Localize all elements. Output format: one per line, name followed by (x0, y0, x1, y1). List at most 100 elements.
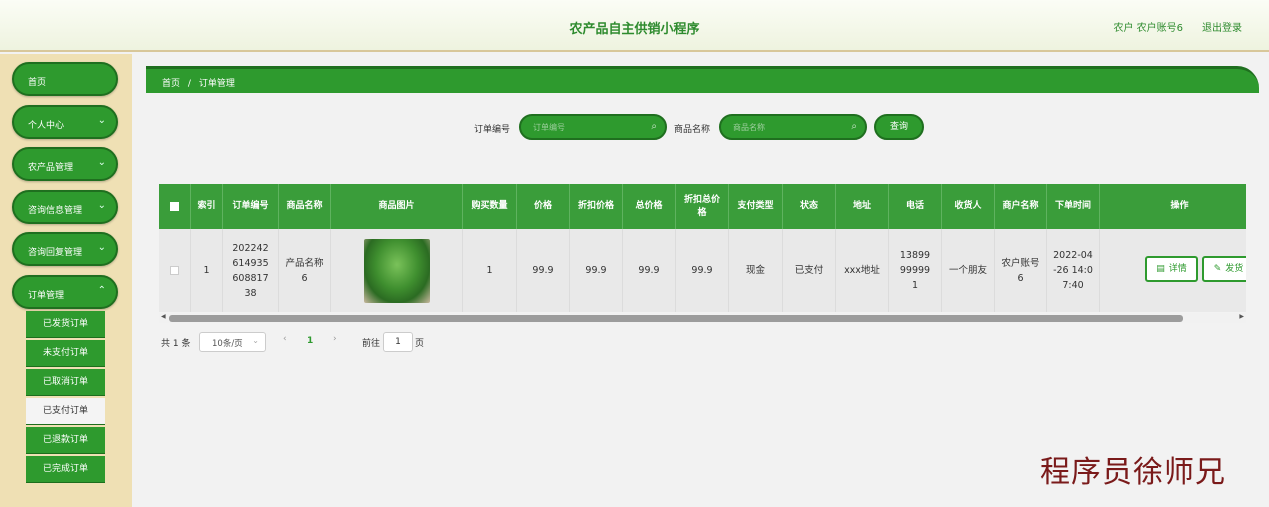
ship-button-label: 发货 (1225, 263, 1244, 274)
order-no-label: 订单编号 (474, 125, 511, 135)
sub-item-refunded-orders[interactable]: 已退款订单 (26, 427, 105, 454)
chevron-up-icon: ⌃ (97, 285, 106, 296)
current-user: 农户 农户账号6 (1113, 23, 1183, 34)
document-icon: ▤ (1156, 263, 1165, 274)
sidebar-item-label: 个人中心 (28, 121, 65, 131)
product-thumbnail[interactable] (363, 238, 430, 303)
cell-price: 99.9 (517, 229, 570, 312)
cell-address: xxx地址 (836, 229, 889, 312)
app-header: 农产品自主供销小程序 农户 农户账号6 退出登录 (0, 0, 1269, 52)
col-index: 索引 (191, 184, 223, 229)
col-actions: 操作 (1170, 201, 1189, 211)
sidebar-item-consult-info[interactable]: 咨询信息管理 ⌄ (12, 190, 118, 224)
col-phone: 电话 (889, 184, 942, 229)
cell-receiver: 一个朋友 (942, 229, 995, 312)
order-no-placeholder: 订单编号 (533, 123, 565, 132)
row-select-cell (159, 229, 191, 312)
select-all-checkbox[interactable] (170, 202, 179, 211)
detail-button[interactable]: ▤ 详情 (1145, 256, 1198, 282)
table-row: 1 20224261493560881738 产品名称6 1 99.9 99.9… (159, 229, 1246, 312)
row-checkbox[interactable] (170, 266, 179, 275)
cell-quantity: 1 (463, 229, 517, 312)
search-icon: ⌕ (651, 121, 657, 132)
sidebar-item-home[interactable]: 首页 (12, 62, 118, 96)
watermark-text: 程序员徐师兄 (1040, 455, 1226, 490)
cell-order-time: 2022-04-26 14:07:40 (1047, 229, 1100, 312)
sidebar-item-product-management[interactable]: 农产品管理 ⌄ (12, 147, 118, 181)
page-unit-label: 页 (415, 339, 425, 349)
col-order-time: 下单时间 (1047, 184, 1100, 229)
table-horizontal-scrollbar[interactable]: ◀ ▶ (159, 313, 1246, 323)
prev-page-icon[interactable]: ‹ (283, 334, 287, 354)
table-header: 索引 订单编号 商品名称 商品图片 购买数量 价格 折扣价格 总价格 折扣总价格… (159, 184, 1246, 229)
col-product-name: 商品名称 (279, 184, 331, 229)
detail-button-label: 详情 (1168, 263, 1187, 274)
sidebar-item-personal-center[interactable]: 个人中心 ⌄ (12, 105, 118, 139)
cell-actions: ▤ 详情 ✎ 发货 (1100, 229, 1246, 312)
col-order-no: 订单编号 (223, 184, 279, 229)
cell-total-price: 99.9 (623, 229, 676, 312)
product-name-input[interactable]: 商品名称 ⌕ (719, 114, 867, 140)
sub-item-paid-orders[interactable]: 已支付订单 (26, 398, 105, 425)
sub-item-cancelled-orders[interactable]: 已取消订单 (26, 369, 105, 396)
scroll-left-arrow-icon[interactable]: ◀ (161, 313, 166, 320)
chevron-down-icon: ⌄ (252, 336, 259, 345)
cell-pay-type: 现金 (729, 229, 783, 312)
sidebar-item-label: 首页 (28, 78, 47, 88)
col-merchant: 商户名称 (995, 184, 1047, 229)
col-status: 状态 (783, 184, 836, 229)
goto-page-input[interactable]: 1 (383, 332, 413, 352)
logout-link[interactable]: 退出登录 (1202, 19, 1242, 34)
sidebar-item-label: 咨询回复管理 (28, 248, 83, 258)
cell-discount-price: 99.9 (570, 229, 623, 312)
cell-product-image (331, 229, 463, 312)
col-address: 地址 (836, 184, 889, 229)
product-name-placeholder: 商品名称 (733, 123, 765, 132)
sub-item-shipped-orders[interactable]: 已发货订单 (26, 311, 105, 338)
breadcrumb-home[interactable]: 首页 (162, 79, 180, 89)
chevron-down-icon: ⌄ (97, 242, 106, 253)
page-size-value: 10条/页 (212, 339, 243, 349)
cell-merchant: 农户账号6 (995, 229, 1047, 312)
cell-index: 1 (191, 229, 223, 312)
col-quantity: 购买数量 (463, 184, 517, 229)
col-product-image: 商品图片 (331, 184, 463, 229)
sub-item-unpaid-orders[interactable]: 未支付订单 (26, 340, 105, 367)
col-receiver: 收货人 (942, 184, 995, 229)
sidebar-item-consult-reply[interactable]: 咨询回复管理 ⌄ (12, 232, 118, 266)
edit-icon: ✎ (1213, 263, 1222, 274)
sidebar-item-order-management[interactable]: 订单管理 ⌃ (12, 275, 118, 309)
scrollbar-thumb[interactable] (169, 315, 1183, 322)
sub-item-completed-orders[interactable]: 已完成订单 (26, 456, 105, 483)
col-price: 价格 (517, 184, 570, 229)
order-no-input[interactable]: 订单编号 ⌕ (519, 114, 667, 140)
goto-label: 前往 (362, 339, 381, 349)
ship-button[interactable]: ✎ 发货 (1202, 256, 1246, 282)
search-icon: ⌕ (851, 121, 857, 132)
col-discount-total: 折扣总价格 (676, 184, 729, 229)
order-table: 索引 订单编号 商品名称 商品图片 购买数量 价格 折扣价格 总价格 折扣总价格… (159, 184, 1246, 324)
col-total-price: 总价格 (623, 184, 676, 229)
page-size-select[interactable]: 10条/页 ⌄ (199, 332, 266, 352)
col-pay-type: 支付类型 (729, 184, 783, 229)
select-all-cell (159, 184, 191, 229)
chevron-down-icon: ⌄ (97, 157, 106, 168)
cell-status: 已支付 (783, 229, 836, 312)
breadcrumb-separator: / (187, 79, 191, 89)
next-page-icon[interactable]: › (333, 334, 337, 354)
breadcrumb: 首页 / 订单管理 (146, 66, 1259, 93)
app-title: 农产品自主供销小程序 (569, 22, 700, 37)
cell-discount-total: 99.9 (676, 229, 729, 312)
cell-product-name: 产品名称6 (279, 229, 331, 312)
breadcrumb-current: 订单管理 (198, 79, 235, 89)
sidebar-item-label: 农产品管理 (28, 163, 74, 173)
cell-order-no: 20224261493560881738 (223, 229, 279, 312)
chevron-down-icon: ⌄ (97, 200, 106, 211)
current-page-number[interactable]: 1 (307, 336, 313, 356)
scroll-right-arrow-icon[interactable]: ▶ (1239, 313, 1244, 320)
product-name-label: 商品名称 (674, 125, 711, 135)
sidebar-item-label: 订单管理 (28, 291, 65, 301)
col-discount-price: 折扣价格 (570, 184, 623, 229)
cell-phone: 13899999991 (889, 229, 942, 312)
query-button[interactable]: 查询 (874, 114, 924, 140)
